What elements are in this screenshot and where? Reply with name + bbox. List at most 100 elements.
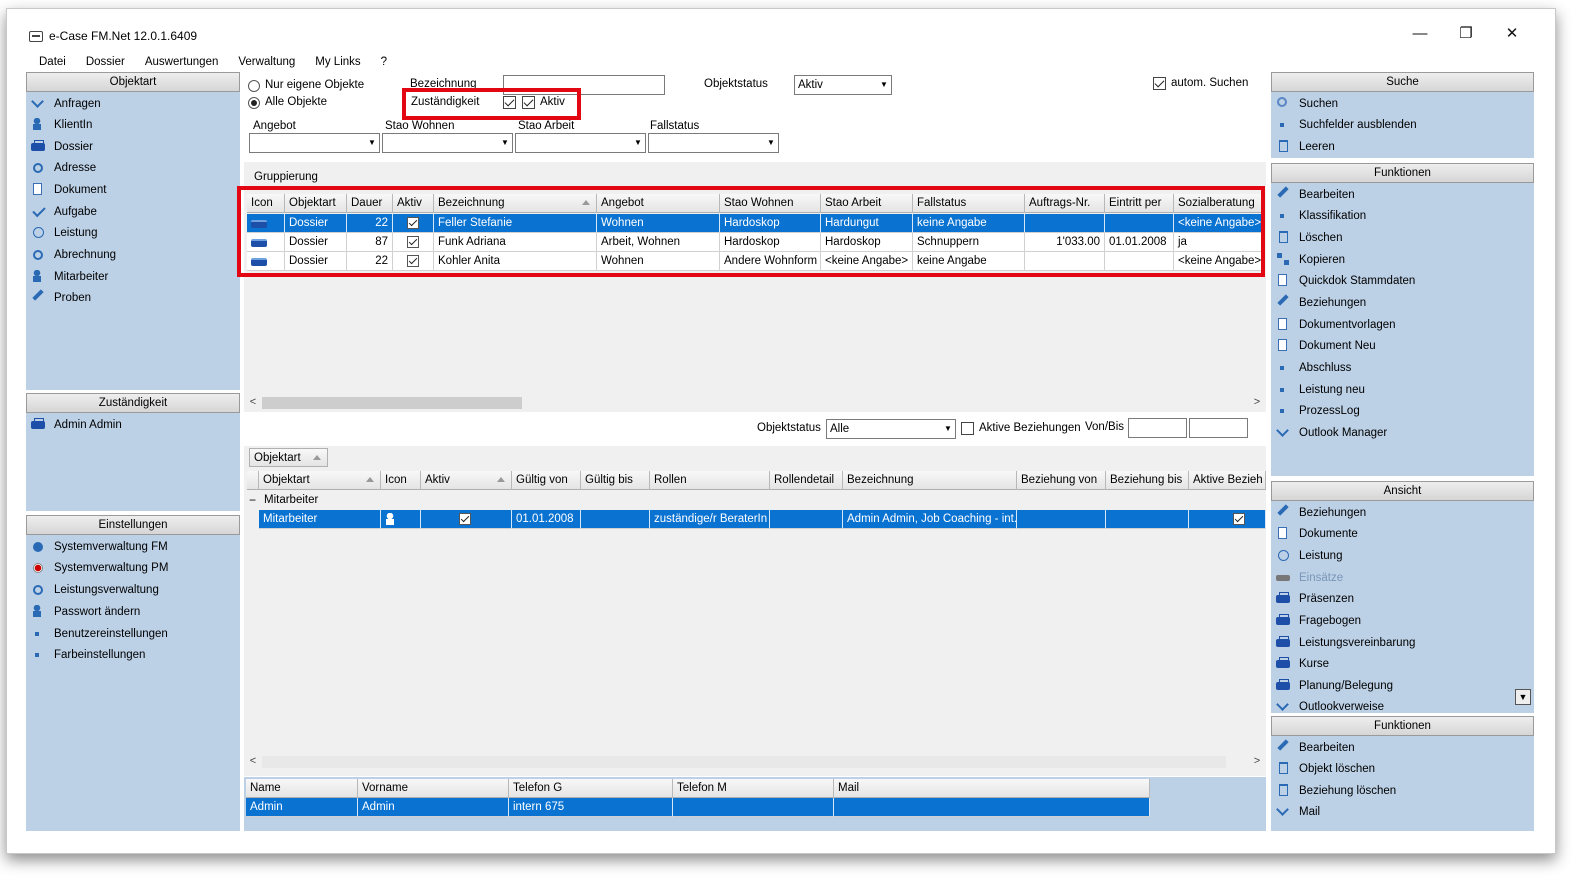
col-beziehung-von[interactable]: Beziehung von xyxy=(1017,471,1106,490)
scroll-left-icon[interactable]: < xyxy=(246,754,260,770)
col-aktive-beziehung[interactable]: Aktive Bezieh xyxy=(1189,471,1266,490)
close-icon[interactable]: ✕ xyxy=(1497,24,1527,44)
menu-my-links[interactable]: My Links xyxy=(303,53,368,71)
scroll-right-icon[interactable]: > xyxy=(1250,395,1264,411)
settings-passwort[interactable]: Passwort ändern xyxy=(28,602,140,622)
collapse-icon[interactable]: − xyxy=(249,491,256,510)
col-beziehung-bis[interactable]: Beziehung bis xyxy=(1106,471,1189,490)
nav-mitarbeiter[interactable]: Mitarbeiter xyxy=(28,267,108,287)
col-rollendetail[interactable]: Rollendetail xyxy=(770,471,843,490)
scroll-down-icon[interactable]: ▼ xyxy=(1515,689,1531,705)
action-prozesslog[interactable]: ProzessLog xyxy=(1273,401,1360,421)
settings-leistungsverwaltung[interactable]: Leistungsverwaltung xyxy=(28,580,159,600)
objektstatus-select[interactable]: Aktiv ▼ xyxy=(794,75,892,95)
action-kopieren[interactable]: Kopieren xyxy=(1273,250,1345,270)
action-abschluss[interactable]: Abschluss xyxy=(1273,358,1351,378)
group-chip-objektart[interactable]: Objektart xyxy=(249,448,328,467)
nav-leistung[interactable]: Leistung xyxy=(28,223,97,243)
settings-systemverwaltung-fm[interactable]: Systemverwaltung FM xyxy=(28,537,168,557)
col-bezeichnung[interactable]: Bezeichnung xyxy=(843,471,1017,490)
scroll-right-icon[interactable]: > xyxy=(1250,754,1264,770)
rel-action-bearbeiten[interactable]: Bearbeiten xyxy=(1273,738,1355,758)
restore-icon[interactable]: ❐ xyxy=(1451,24,1481,44)
nav-adresse[interactable]: Adresse xyxy=(28,158,96,178)
action-beziehungen[interactable]: Beziehungen xyxy=(1273,293,1366,313)
minimize-icon[interactable]: — xyxy=(1405,24,1435,44)
nav-dokument[interactable]: Dokument xyxy=(28,180,106,200)
stao-wohnen-select[interactable]: ▼ xyxy=(382,133,513,153)
rel-objektstatus-select[interactable]: Alle ▼ xyxy=(826,419,956,439)
col-aktiv[interactable]: Aktiv xyxy=(421,471,512,490)
stao-arbeit-select[interactable]: ▼ xyxy=(515,133,646,153)
col-gueltig-bis[interactable]: Gültig bis xyxy=(581,471,650,490)
col-icon[interactable]: Icon xyxy=(381,471,421,490)
col-telefon-m[interactable]: Telefon M xyxy=(673,779,834,798)
col-telefon-g[interactable]: Telefon G xyxy=(509,779,673,798)
action-dokument-neu[interactable]: Dokument Neu xyxy=(1273,336,1376,356)
view-kurse[interactable]: Kurse xyxy=(1273,654,1329,674)
menu-help[interactable]: ? xyxy=(369,53,395,71)
bis-input[interactable] xyxy=(1189,418,1248,438)
fallstatus-select[interactable]: ▼ xyxy=(648,133,779,153)
nav-abrechnung[interactable]: Abrechnung xyxy=(28,245,116,265)
group-row-mitarbeiter[interactable]: − Mitarbeiter xyxy=(247,491,1266,510)
nav-anfragen[interactable]: Anfragen xyxy=(28,94,101,114)
menu-dossier[interactable]: Dossier xyxy=(74,53,133,71)
view-leistungsvereinbarung[interactable]: Leistungsvereinbarung xyxy=(1273,633,1415,653)
rel-action-beziehung-loeschen[interactable]: Beziehung löschen xyxy=(1273,781,1396,801)
nav-proben[interactable]: Proben xyxy=(28,288,91,308)
action-bearbeiten[interactable]: Bearbeiten xyxy=(1273,185,1355,205)
autom-suchen-checkbox[interactable] xyxy=(1153,77,1166,90)
settings-benutzer[interactable]: Benutzereinstellungen xyxy=(28,624,168,644)
col-name[interactable]: Name xyxy=(246,779,358,798)
col-objektart[interactable]: Objektart xyxy=(259,471,381,490)
settings-systemverwaltung-pm[interactable]: Systemverwaltung PM xyxy=(28,558,168,578)
view-beziehungen[interactable]: Beziehungen xyxy=(1273,503,1366,523)
view-planung[interactable]: Planung/Belegung xyxy=(1273,676,1393,696)
action-leistung-neu[interactable]: Leistung neu xyxy=(1273,380,1365,400)
rel-table-row[interactable]: Mitarbeiter 01.01.2008 zuständige/r Bera… xyxy=(244,510,1266,529)
menu-verwaltung[interactable]: Verwaltung xyxy=(226,53,303,71)
main-grid-hscrollbar[interactable]: < > xyxy=(246,395,1264,411)
view-leistung[interactable]: Leistung xyxy=(1273,546,1342,566)
rel-action-objekt-loeschen[interactable]: Objekt löschen xyxy=(1273,759,1375,779)
nav-klientin[interactable]: KlientIn xyxy=(28,115,92,135)
aktive-beziehungen-checkbox[interactable] xyxy=(961,422,974,435)
action-suchen[interactable]: Suchen xyxy=(1273,94,1338,114)
col-vorname[interactable]: Vorname xyxy=(358,779,509,798)
nav-aufgabe[interactable]: Aufgabe xyxy=(28,202,97,222)
action-loeschen[interactable]: Löschen xyxy=(1273,228,1342,248)
aktive-beziehung-checkbox[interactable] xyxy=(1233,513,1245,525)
action-label: Quickdok Stammdaten xyxy=(1299,275,1416,287)
contact-row[interactable]: Admin Admin intern 675 xyxy=(244,798,1150,817)
action-outlook-manager[interactable]: Outlook Manager xyxy=(1273,423,1387,443)
view-einsaetze[interactable]: Einsätze xyxy=(1273,568,1343,588)
alle-objekte-radio[interactable] xyxy=(248,97,260,109)
view-praesenzen[interactable]: Präsenzen xyxy=(1273,589,1354,609)
settings-farben[interactable]: Farbeinstellungen xyxy=(28,645,145,665)
col-rollen[interactable]: Rollen xyxy=(650,471,770,490)
scroll-left-icon[interactable]: < xyxy=(246,395,260,411)
action-leeren[interactable]: Leeren xyxy=(1273,137,1335,157)
col-mail[interactable]: Mail xyxy=(834,779,1150,798)
von-input[interactable] xyxy=(1128,418,1187,438)
rel-action-mail[interactable]: Mail xyxy=(1273,802,1320,822)
menu-datei[interactable]: Datei xyxy=(27,53,74,71)
action-klassifikation[interactable]: Klassifikation xyxy=(1273,206,1366,226)
view-dokumente[interactable]: Dokumente xyxy=(1273,524,1358,544)
action-suchfelder-ausblenden[interactable]: Suchfelder ausblenden xyxy=(1273,115,1417,135)
zust-admin[interactable]: Admin Admin xyxy=(28,415,122,435)
rel-grid-hscrollbar[interactable]: < > xyxy=(246,754,1264,770)
action-quickdok[interactable]: Quickdok Stammdaten xyxy=(1273,271,1415,291)
view-outlookverweise[interactable]: Outlookverweise xyxy=(1273,697,1384,713)
scroll-thumb[interactable] xyxy=(262,756,1226,768)
scroll-thumb[interactable] xyxy=(262,397,522,409)
col-gueltig-von[interactable]: Gültig von xyxy=(512,471,581,490)
angebot-select[interactable]: ▼ xyxy=(249,133,380,153)
view-fragebogen[interactable]: Fragebogen xyxy=(1273,611,1361,631)
aktiv-checkbox[interactable] xyxy=(459,513,471,525)
nur-eigene-radio[interactable] xyxy=(248,80,260,92)
action-dokumentvorlagen[interactable]: Dokumentvorlagen xyxy=(1273,315,1396,335)
nav-dossier[interactable]: Dossier xyxy=(28,137,93,157)
menu-auswertungen[interactable]: Auswertungen xyxy=(133,53,227,71)
